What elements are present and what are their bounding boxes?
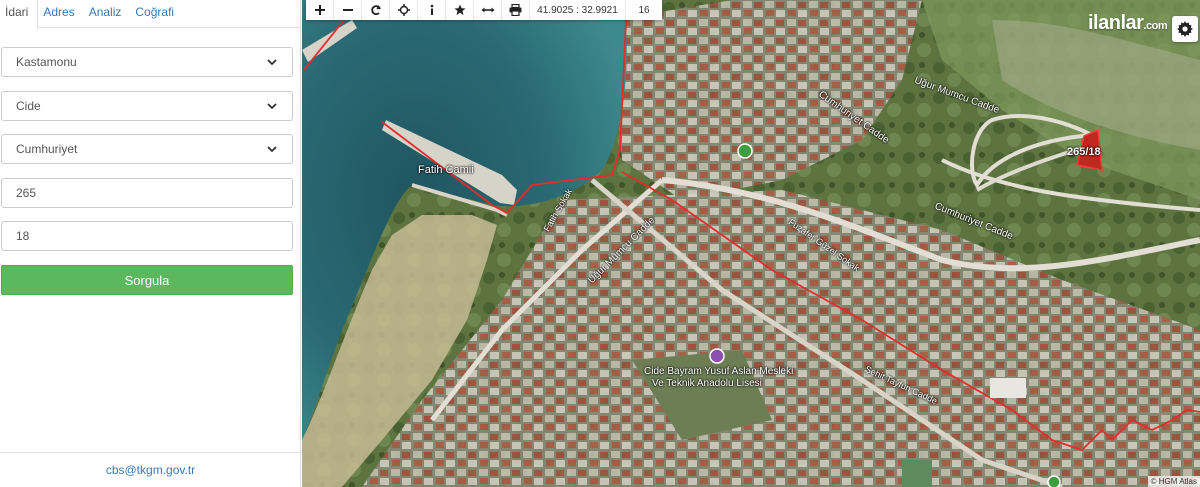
- info-button[interactable]: [418, 0, 446, 20]
- refresh-icon: [370, 5, 381, 16]
- query-sidebar: İdari Adres Analiz Coğrafi Kastamonu Cid…: [0, 0, 301, 487]
- chevron-down-icon: [266, 56, 278, 68]
- district-select[interactable]: Cide: [1, 91, 293, 121]
- info-icon: [430, 4, 433, 15]
- refresh-button[interactable]: [362, 0, 390, 20]
- sidebar-footer: cbs@tkgm.gov.tr: [0, 452, 301, 487]
- district-value: Cide: [16, 99, 41, 113]
- parcel-value: 18: [16, 229, 30, 243]
- province-value: Kastamonu: [16, 55, 77, 69]
- locate-icon: [397, 4, 410, 16]
- watermark-logo: ilanlar.com: [1088, 12, 1168, 35]
- map-attribution: © HGM Atlas: [1147, 476, 1200, 487]
- satellite-imagery: [302, 0, 1200, 487]
- tab-adres[interactable]: Adres: [38, 0, 83, 28]
- neighborhood-value: Cumhuriyet: [16, 142, 78, 156]
- print-icon: [509, 4, 522, 16]
- tab-analiz[interactable]: Analiz: [84, 0, 131, 28]
- contact-email-link[interactable]: cbs@tkgm.gov.tr: [106, 463, 195, 477]
- map-toolbar: 41.9025 : 32.9921 16: [306, 0, 662, 20]
- watermark-suffix: .com: [1143, 20, 1168, 32]
- chevron-down-icon: [266, 100, 278, 112]
- province-select[interactable]: Kastamonu: [1, 47, 293, 77]
- map-view[interactable]: Fatih Camii Uğur Mumcu Cadde Uğur Mumcu …: [302, 0, 1200, 487]
- gear-icon: [1177, 21, 1193, 37]
- block-input[interactable]: 265: [1, 178, 293, 208]
- parcel-label: 265/18: [1067, 146, 1101, 158]
- zoom-in-icon: [314, 5, 325, 15]
- neighborhood-select[interactable]: Cumhuriyet: [1, 134, 293, 164]
- map-label-school: Cide Bayram Yusuf Aslan Mesleki: [644, 366, 794, 377]
- locate-button[interactable]: [390, 0, 418, 20]
- tab-bar: İdari Adres Analiz Coğrafi: [0, 0, 300, 29]
- favorite-button[interactable]: [446, 0, 474, 20]
- map-label-school-2: Ve Teknik Anadolu Lisesi: [652, 378, 762, 389]
- parcel-input[interactable]: 18: [1, 221, 293, 251]
- zoom-out-icon: [342, 9, 353, 11]
- query-button[interactable]: Sorgula: [1, 265, 293, 295]
- print-button[interactable]: [502, 0, 530, 20]
- measure-button[interactable]: [474, 0, 502, 20]
- tab-cografi[interactable]: Coğrafi: [130, 0, 183, 28]
- map-label-fatih-cami: Fatih Camii: [418, 164, 474, 176]
- star-icon: [454, 4, 465, 15]
- zoom-out-button[interactable]: [334, 0, 362, 20]
- chevron-down-icon: [266, 143, 278, 155]
- zoom-level-readout: 16: [638, 4, 650, 16]
- coordinates-readout: 41.9025 : 32.9921: [530, 0, 626, 20]
- tab-idari[interactable]: İdari: [0, 0, 39, 29]
- measure-icon: [481, 7, 494, 13]
- block-value: 265: [16, 186, 37, 200]
- settings-button[interactable]: [1172, 16, 1198, 42]
- watermark-brand: ilanlar: [1088, 12, 1144, 34]
- zoom-in-button[interactable]: [306, 0, 334, 20]
